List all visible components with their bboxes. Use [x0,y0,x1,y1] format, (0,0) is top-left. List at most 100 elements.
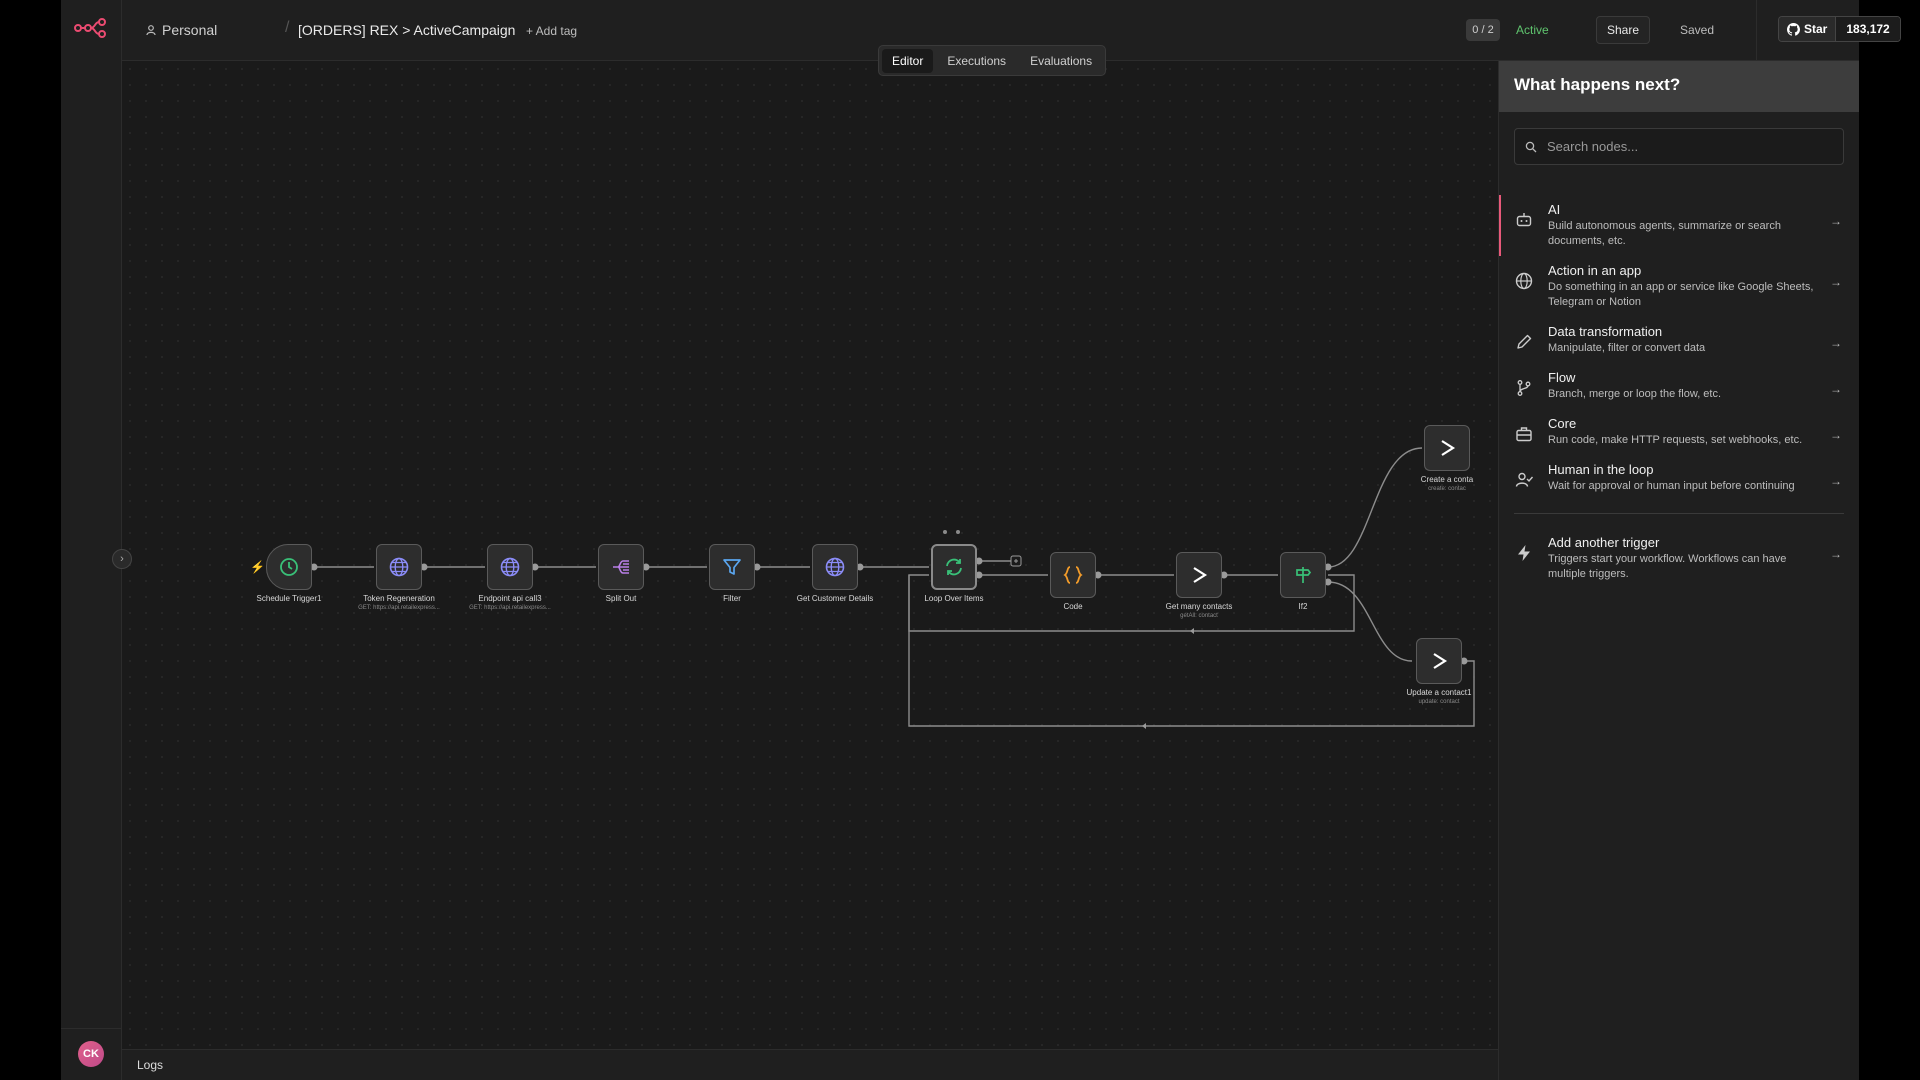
node-if2[interactable] [1280,552,1326,598]
node-label: Filter [723,594,741,603]
tab-evaluations[interactable]: Evaluations [1020,49,1102,73]
node-subtitle: create: contac [1428,486,1466,492]
add-tag-button[interactable]: + Add tag [526,24,577,38]
user-check-icon [1515,472,1534,487]
node-filter[interactable] [709,544,755,590]
tab-executions[interactable]: Executions [937,49,1016,73]
node-subtitle: getAll: contact [1180,613,1218,619]
active-status[interactable]: Active [1516,23,1549,37]
logs-panel[interactable]: Logs [122,1049,1498,1080]
node-endpoint-api-call3[interactable] [487,544,533,590]
node-label: Update a contact1 [1406,688,1472,697]
node-code[interactable] [1050,552,1096,598]
category-flow[interactable]: Flow Branch, merge or loop the flow, etc.… [1499,363,1859,409]
arrow-right-icon: → [1830,336,1842,350]
node-label: Endpoint api call3 [478,594,542,603]
activecampaign-icon [1193,567,1208,583]
category-title: Core [1548,416,1577,431]
node-label: Get many contacts [1165,602,1233,611]
node-label: Loop Over Items [924,594,984,603]
arrow-right-icon: → [1830,275,1842,289]
saved-status: Saved [1680,23,1715,37]
globe-icon [500,557,520,577]
github-star-count: 183,172 [1836,17,1900,41]
node-label: Schedule Trigger1 [256,594,322,603]
filter-icon [723,559,741,575]
branch-icon [1517,380,1531,396]
node-loop-over-items[interactable] [931,544,977,590]
split-icon [613,560,629,574]
github-star-button[interactable]: Star 183,172 [1778,16,1901,42]
globe-icon [1515,272,1533,290]
activecampaign-icon [1441,440,1456,456]
header-divider [1756,0,1757,61]
search-input[interactable] [1547,139,1817,154]
category-list: AI Build autonomous agents, summarize or … [1499,195,1859,589]
node-label: Create a conta [1420,475,1474,484]
category-desc: Wait for approval or human input before … [1548,480,1795,492]
robot-icon [1516,213,1532,227]
category-desc: Run code, make HTTP requests, set webhoo… [1548,434,1803,446]
code-braces-icon [1063,566,1083,584]
node-schedule-trigger[interactable] [266,544,312,590]
category-core[interactable]: Core Run code, make HTTP requests, set we… [1499,409,1859,455]
arrow-right-icon: → [1830,382,1842,396]
refresh-icon [946,558,962,576]
svg-text:⚡: ⚡ [250,560,265,574]
category-human-in-the-loop[interactable]: Human in the loop Wait for approval or hu… [1499,455,1859,501]
github-star-label: Star [1804,22,1828,36]
category-desc: Do something in an app or service like G… [1548,281,1814,308]
category-title: Action in an app [1548,263,1642,278]
view-tabs: Editor Executions Evaluations [878,45,1107,76]
category-title: AI [1548,202,1561,217]
category-ai[interactable]: AI Build autonomous agents, summarize or … [1499,195,1859,256]
signpost-icon [1296,567,1312,583]
workflow-canvas[interactable]: › ⚡ Schedule Trigger1 Token Regeneration… [112,61,1498,1049]
category-desc: Build autonomous agents, summarize or se… [1548,220,1781,247]
category-title: Data transformation [1548,324,1663,339]
activecampaign-icon [1433,653,1448,669]
globe-icon [825,557,845,577]
category-title: Add another trigger [1548,535,1660,550]
n8n-logo-icon[interactable] [74,18,108,38]
share-button[interactable]: Share [1596,16,1650,44]
node-label: Get Customer Details [796,594,874,603]
pen-icon [1517,334,1532,349]
node-split-out[interactable] [598,544,644,590]
node-creator-panel: What happens next? AI Build autonomous ag… [1498,61,1859,1080]
tab-editor[interactable]: Editor [882,48,934,73]
node-create-a-contact[interactable] [1424,425,1470,471]
globe-icon [389,557,409,577]
node-update-a-contact1[interactable] [1416,638,1462,684]
breadcrumb-project[interactable]: Personal [146,22,217,38]
node-get-many-contacts[interactable] [1176,552,1222,598]
workflow-name[interactable]: [ORDERS] REX > ActiveCampaign [298,22,515,38]
user-avatar[interactable]: CK [78,1041,104,1067]
node-label: Split Out [605,594,637,603]
category-desc: Manipulate, filter or convert data [1548,342,1706,354]
breadcrumb-separator: / [285,19,290,36]
arrow-right-icon: → [1830,214,1842,228]
node-subtitle: GET: https://api.retailexpress... [469,605,551,611]
node-label: If2 [1298,602,1308,611]
logs-label[interactable]: Logs [137,1058,163,1072]
toolbox-icon [1516,427,1532,442]
search-box[interactable] [1514,128,1844,165]
node-get-customer-details[interactable] [812,544,858,590]
category-desc: Branch, merge or loop the flow, etc. [1548,388,1722,400]
category-title: Human in the loop [1548,462,1654,477]
github-icon [1787,22,1800,36]
category-add-another-trigger[interactable]: Add another trigger Triggers start your w… [1499,528,1859,589]
counter-badge: 0 / 2 [1466,19,1500,41]
category-desc: Triggers start your workflow. Workflows … [1548,553,1787,580]
project-label: Personal [162,22,218,38]
node-token-regeneration[interactable] [376,544,422,590]
github-star[interactable]: Star [1779,17,1837,41]
arrow-right-icon: → [1830,428,1842,442]
search-icon [1525,141,1537,152]
rail-divider [61,1028,122,1029]
clock-icon [280,558,298,576]
node-label: Token Regeneration [363,594,435,603]
category-action-in-an-app[interactable]: Action in an app Do something in an app o… [1499,256,1859,317]
category-data-transformation[interactable]: Data transformation Manipulate, filter or… [1499,317,1859,363]
